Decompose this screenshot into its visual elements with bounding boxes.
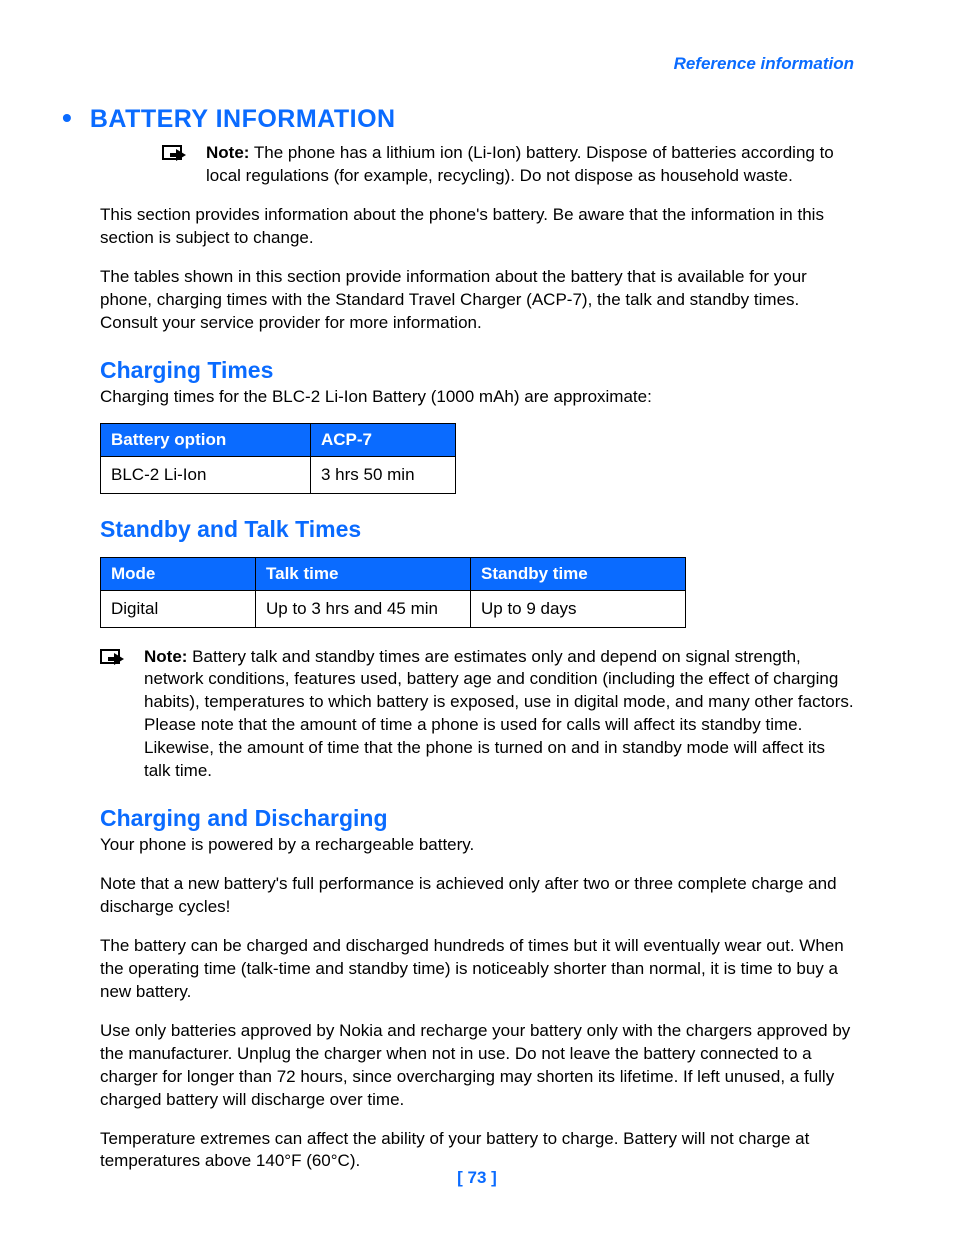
th-mode: Mode xyxy=(101,557,256,590)
charging-discharging-heading: Charging and Discharging xyxy=(100,805,854,832)
note-label: Note: xyxy=(144,647,187,666)
th-acp7: ACP-7 xyxy=(311,423,456,456)
cd-p2: Note that a new battery's full performan… xyxy=(100,873,854,919)
table-row: BLC-2 Li-Ion 3 hrs 50 min xyxy=(101,456,456,493)
charging-times-intro: Charging times for the BLC-2 Li-Ion Batt… xyxy=(100,386,854,409)
note-body: The phone has a lithium ion (Li-Ion) bat… xyxy=(206,143,834,185)
header-reference-link[interactable]: Reference information xyxy=(100,54,854,74)
page-number: [ 73 ] xyxy=(0,1168,954,1188)
td-battery: BLC-2 Li-Ion xyxy=(101,456,311,493)
charging-times-table: Battery option ACP-7 BLC-2 Li-Ion 3 hrs … xyxy=(100,423,456,494)
cd-p3: The battery can be charged and discharge… xyxy=(100,935,854,1004)
table-row: Digital Up to 3 hrs and 45 min Up to 9 d… xyxy=(101,590,686,627)
standby-talk-table: Mode Talk time Standby time Digital Up t… xyxy=(100,557,686,628)
td-standby: Up to 9 days xyxy=(471,590,686,627)
table-header-row: Battery option ACP-7 xyxy=(101,423,456,456)
note-label: Note: xyxy=(206,143,249,162)
intro-para-2: The tables shown in this section provide… xyxy=(100,266,854,335)
note-body: Battery talk and standby times are estim… xyxy=(144,647,854,781)
cd-p1: Your phone is powered by a rechargeable … xyxy=(100,834,854,857)
charging-times-heading: Charging Times xyxy=(100,357,854,384)
intro-para-1: This section provides information about … xyxy=(100,204,854,250)
th-battery-option: Battery option xyxy=(101,423,311,456)
section-bullet: • xyxy=(62,104,72,132)
section-title: BATTERY INFORMATION xyxy=(90,105,396,134)
th-talk: Talk time xyxy=(256,557,471,590)
td-talk: Up to 3 hrs and 45 min xyxy=(256,590,471,627)
note-2-text: Note: Battery talk and standby times are… xyxy=(144,646,854,784)
table-header-row: Mode Talk time Standby time xyxy=(101,557,686,590)
cd-p5: Temperature extremes can affect the abil… xyxy=(100,1128,854,1174)
note-icon xyxy=(100,649,130,669)
td-mode: Digital xyxy=(101,590,256,627)
cd-p4: Use only batteries approved by Nokia and… xyxy=(100,1020,854,1112)
th-standby: Standby time xyxy=(471,557,686,590)
td-time: 3 hrs 50 min xyxy=(311,456,456,493)
note-1-text: Note: The phone has a lithium ion (Li-Io… xyxy=(206,142,854,188)
note-icon xyxy=(162,145,192,165)
standby-talk-heading: Standby and Talk Times xyxy=(100,516,854,543)
